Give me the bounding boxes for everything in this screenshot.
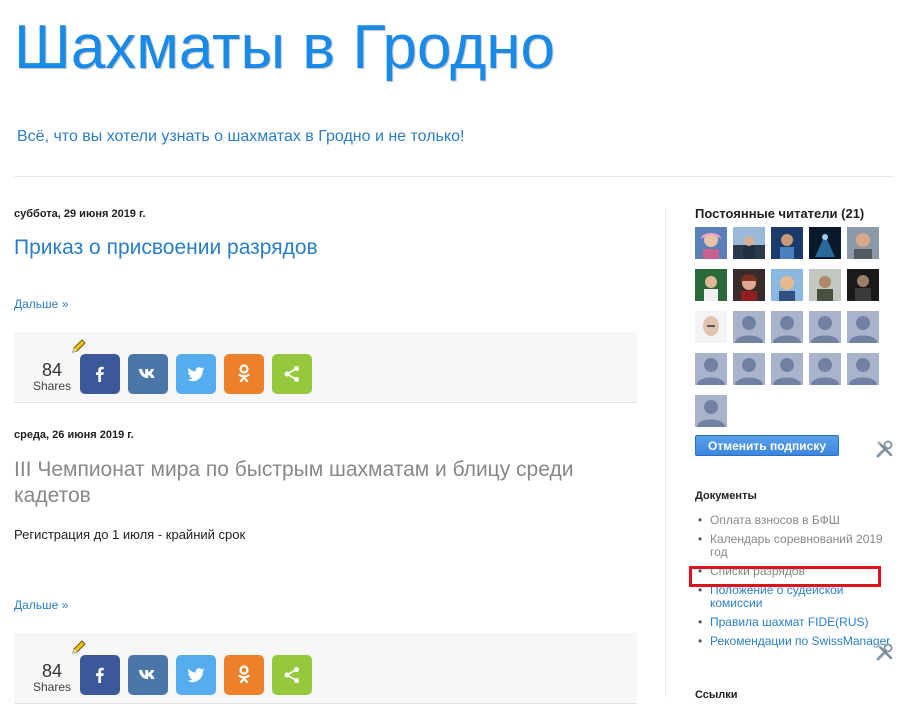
list-item: • Оплата взносов в БФШ xyxy=(698,513,840,527)
document-link[interactable]: Оплата взносов в БФШ xyxy=(710,513,840,527)
share-label: Shares xyxy=(32,379,72,393)
default-avatar-icon[interactable] xyxy=(733,311,765,343)
facebook-share-button[interactable] xyxy=(80,354,120,394)
list-item: • Рекомендации по SwissManager xyxy=(698,634,891,648)
share-icon xyxy=(284,366,299,382)
follower-avatar[interactable] xyxy=(733,269,765,301)
default-avatar-icon[interactable] xyxy=(695,353,727,385)
documents-title: Документы xyxy=(695,490,757,502)
list-item: • Положение о судейской комиссии xyxy=(698,583,844,610)
share-counter: 84 Shares xyxy=(30,361,74,393)
share-count: 84 xyxy=(41,360,63,380)
facebook-share-button[interactable] xyxy=(80,655,120,695)
follower-avatar[interactable] xyxy=(847,269,879,301)
vk-icon xyxy=(139,369,155,378)
follower-avatar[interactable] xyxy=(771,227,803,259)
follower-avatar[interactable] xyxy=(695,227,727,259)
links-title: Ссылки xyxy=(695,689,738,701)
list-item: • Календарь соревнований 2019 год xyxy=(698,532,883,559)
document-link[interactable]: Календарь соревнований 2019 год xyxy=(710,532,883,559)
share-icon xyxy=(284,667,299,683)
facebook-icon xyxy=(96,667,104,683)
highlight-annotation xyxy=(689,566,881,587)
blog-description: Всё, что вы хотели узнать о шахматах в Г… xyxy=(17,128,465,145)
unsubscribe-button[interactable]: Отменить подписку xyxy=(695,435,839,456)
post-snippet: Регистрация до 1 июля - крайний срок xyxy=(14,527,246,542)
default-avatar-icon[interactable] xyxy=(695,395,727,427)
share-counter: 84 Shares xyxy=(30,662,74,694)
twitter-icon xyxy=(187,667,205,682)
odnoklassniki-share-button[interactable] xyxy=(224,354,264,394)
odnoklassniki-icon xyxy=(238,364,250,383)
post-date: среда, 26 июня 2019 г. xyxy=(14,429,134,441)
edit-widget-icon[interactable] xyxy=(875,642,895,667)
default-avatar-icon[interactable] xyxy=(771,311,803,343)
odnoklassniki-share-button[interactable] xyxy=(224,655,264,695)
follower-avatar[interactable] xyxy=(695,269,727,301)
read-more-link[interactable]: Дальше » xyxy=(14,297,68,311)
vk-icon xyxy=(139,670,155,679)
list-item: • Правила шахмат FIDE(RUS) xyxy=(698,615,869,629)
default-avatar-icon[interactable] xyxy=(733,353,765,385)
twitter-share-button[interactable] xyxy=(176,655,216,695)
follower-avatar[interactable] xyxy=(733,227,765,259)
post-date: суббота, 29 июня 2019 г. xyxy=(14,208,146,220)
document-link[interactable]: Правила шахмат FIDE(RUS) xyxy=(710,615,869,629)
follower-avatar[interactable] xyxy=(771,269,803,301)
generic-share-button[interactable] xyxy=(272,354,312,394)
default-avatar-icon[interactable] xyxy=(809,353,841,385)
share-bar: 84 Shares xyxy=(14,332,637,403)
document-link[interactable]: Положение о судейской комиссии xyxy=(710,583,844,610)
header-divider xyxy=(14,176,894,177)
read-more-link[interactable]: Дальше » xyxy=(14,598,68,612)
follower-avatar[interactable] xyxy=(695,311,727,343)
share-bar: 84 Shares xyxy=(14,633,637,704)
share-count: 84 xyxy=(41,661,63,681)
post-title[interactable]: Приказ о присвоении разрядов xyxy=(14,235,634,261)
default-avatar-icon[interactable] xyxy=(771,353,803,385)
vk-share-button[interactable] xyxy=(128,354,168,394)
default-avatar-icon[interactable] xyxy=(847,311,879,343)
blog-title[interactable]: Шахматы в Гродно xyxy=(14,8,555,88)
twitter-icon xyxy=(187,366,205,381)
edit-widget-icon[interactable] xyxy=(875,439,895,464)
generic-share-button[interactable] xyxy=(272,655,312,695)
follower-avatar[interactable] xyxy=(809,269,841,301)
document-link[interactable]: Рекомендации по SwissManager xyxy=(710,634,890,648)
default-avatar-icon[interactable] xyxy=(809,311,841,343)
default-avatar-icon[interactable] xyxy=(847,353,879,385)
facebook-icon xyxy=(96,366,104,382)
vk-share-button[interactable] xyxy=(128,655,168,695)
share-label: Shares xyxy=(32,680,72,694)
odnoklassniki-icon xyxy=(238,665,250,684)
post-title[interactable]: III Чемпионат мира по быстрым шахматам и… xyxy=(14,457,634,509)
follower-avatar[interactable] xyxy=(809,227,841,259)
followers-title: Постоянные читатели (21) xyxy=(695,206,865,221)
follower-avatar[interactable] xyxy=(847,227,879,259)
twitter-share-button[interactable] xyxy=(176,354,216,394)
column-divider xyxy=(665,208,666,697)
